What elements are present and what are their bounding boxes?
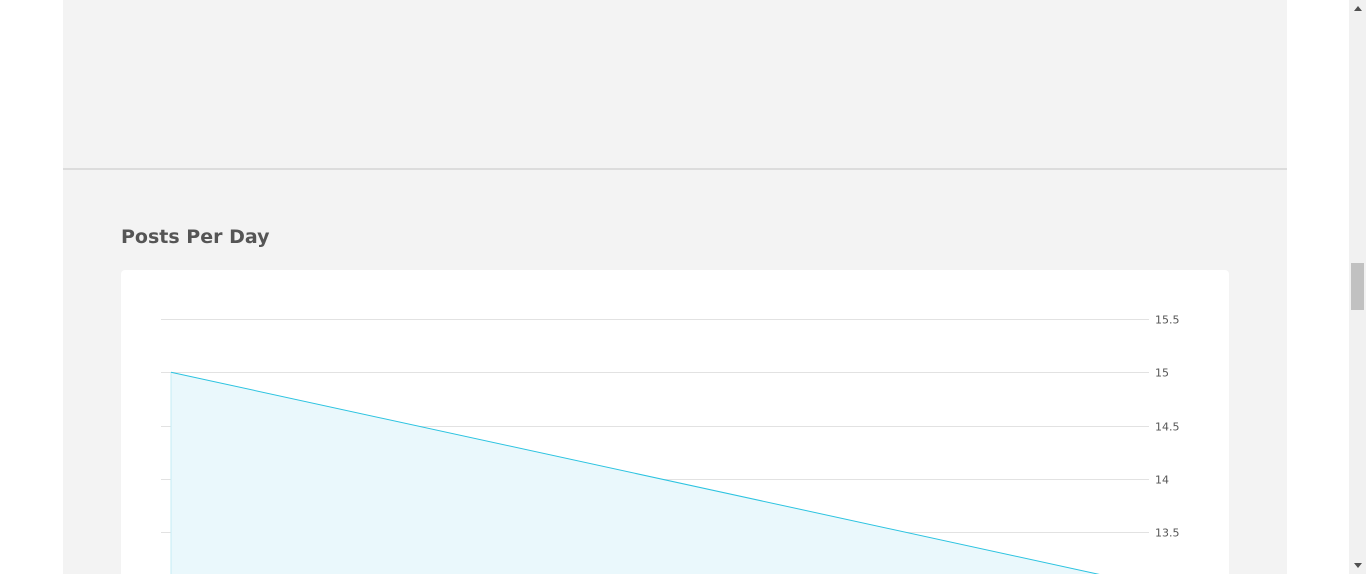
scroll-thumb[interactable] [1351, 263, 1364, 310]
area-fill-layer [170, 372, 1098, 574]
posts-per-day-chart: 15.5 15 14.5 14 13.5 [161, 314, 1180, 574]
y-tick-label: 13.5 [1155, 527, 1180, 540]
section-title: Posts Per Day [121, 226, 270, 248]
y-tick-label: 14.5 [1155, 421, 1180, 434]
y-tick-label: 15 [1155, 367, 1169, 380]
vertical-scrollbar[interactable] [1349, 0, 1366, 574]
top-panel [63, 0, 1287, 168]
page: Posts Per Day 15.5 15 14.5 14 13.5 [0, 0, 1366, 574]
posts-per-day-chart-card: 15.5 15 14.5 14 13.5 [121, 270, 1229, 574]
y-tick-label: 14 [1155, 474, 1169, 487]
scroll-up-button[interactable] [1349, 0, 1366, 17]
scroll-down-button[interactable] [1349, 557, 1366, 574]
content-column: Posts Per Day 15.5 15 14.5 14 13.5 [63, 0, 1287, 574]
series-area [171, 372, 1098, 574]
triangle-up-icon [1353, 6, 1362, 11]
y-tick-label: 15.5 [1155, 314, 1180, 327]
section-divider [63, 168, 1287, 170]
y-axis-tick-labels: 15.5 15 14.5 14 13.5 [1155, 314, 1180, 540]
triangle-down-icon [1353, 563, 1362, 568]
